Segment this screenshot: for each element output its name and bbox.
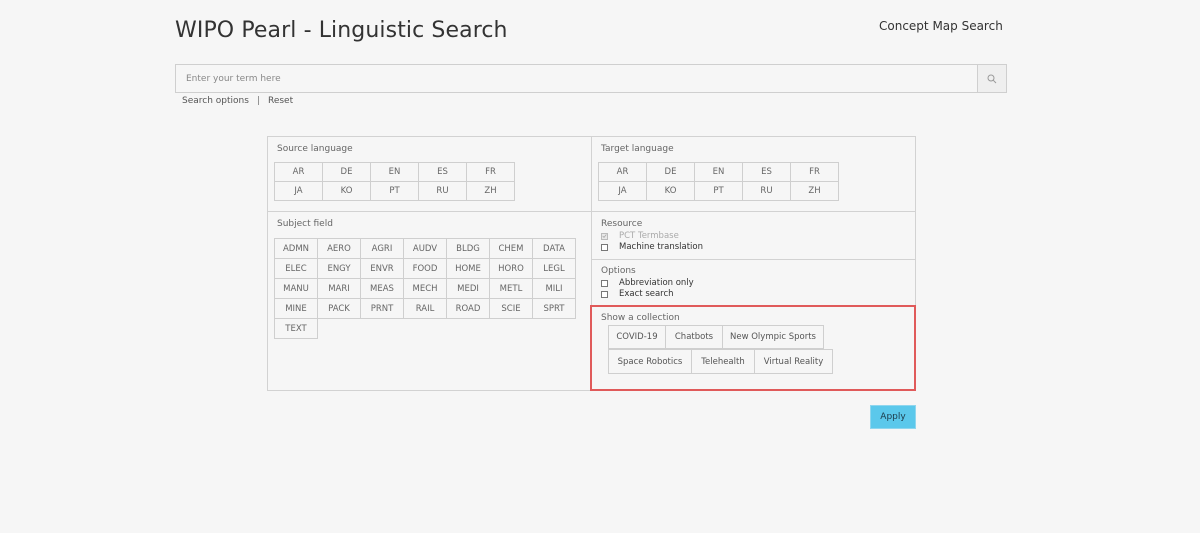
machine-translation-label: Machine translation [619, 242, 703, 252]
concept-map-search-link[interactable]: Concept Map Search [879, 19, 1003, 33]
abbreviation-only-checkbox[interactable] [601, 279, 608, 287]
source-lang-en[interactable]: EN [371, 163, 419, 182]
collection-label: Show a collection [601, 313, 680, 323]
collection-virtual-reality[interactable]: Virtual Reality [754, 349, 833, 374]
target-lang-zh[interactable]: ZH [791, 182, 839, 201]
target-language-label: Target language [601, 144, 674, 154]
resource-section: Resource PCT Termbase Machine translatio… [591, 211, 915, 260]
magnifier-icon [987, 74, 997, 83]
source-lang-ru[interactable]: RU [419, 182, 467, 201]
subject-field-label: Subject field [277, 219, 333, 229]
abbreviation-only-checkbox-row[interactable]: Abbreviation only [601, 278, 694, 288]
collection-section: Show a collection COVID-19 Chatbots New … [591, 306, 915, 390]
target-lang-de[interactable]: DE [647, 163, 695, 182]
subject-audv[interactable]: AUDV [404, 239, 447, 259]
exact-search-checkbox[interactable] [601, 290, 608, 298]
subject-mili[interactable]: MILI [533, 279, 576, 299]
source-lang-es[interactable]: ES [419, 163, 467, 182]
subject-home[interactable]: HOME [447, 259, 490, 279]
target-language-grid: AR DE EN ES FR JA KO PT RU ZH [598, 162, 839, 201]
source-lang-de[interactable]: DE [323, 163, 371, 182]
source-lang-zh[interactable]: ZH [467, 182, 515, 201]
collection-new-olympic-sports[interactable]: New Olympic Sports [722, 325, 824, 349]
source-language-section: Source language AR DE EN ES FR JA KO PT RU ZH [268, 137, 592, 212]
source-language-grid: AR DE EN ES FR JA KO PT RU ZH [274, 162, 515, 201]
subject-engy[interactable]: ENGY [318, 259, 361, 279]
options-label: Options [601, 266, 636, 276]
filter-panel: Source language AR DE EN ES FR JA KO PT RU ZH Tar… [267, 136, 916, 391]
source-lang-ko[interactable]: KO [323, 182, 371, 201]
exact-search-checkbox-row[interactable]: Exact search [601, 289, 674, 299]
search-bar [175, 64, 1007, 93]
subject-food[interactable]: FOOD [404, 259, 447, 279]
subject-meas[interactable]: MEAS [361, 279, 404, 299]
collection-chatbots[interactable]: Chatbots [665, 325, 723, 349]
subject-admn[interactable]: ADMN [275, 239, 318, 259]
subject-mine[interactable]: MINE [275, 299, 318, 319]
source-language-label: Source language [277, 144, 353, 154]
pct-termbase-checkbox [601, 232, 608, 240]
subject-chem[interactable]: CHEM [490, 239, 533, 259]
target-lang-es[interactable]: ES [743, 163, 791, 182]
target-lang-ru[interactable]: RU [743, 182, 791, 201]
target-lang-fr[interactable]: FR [791, 163, 839, 182]
subject-horo[interactable]: HORO [490, 259, 533, 279]
source-lang-fr[interactable]: FR [467, 163, 515, 182]
subject-field-grid: ADMN AERO AGRI AUDV BLDG CHEM DATA ELEC ENGY ENVR… [274, 238, 576, 339]
subject-road[interactable]: ROAD [447, 299, 490, 319]
pct-termbase-label: PCT Termbase [619, 231, 679, 241]
search-options-link[interactable]: Search options [182, 96, 249, 106]
target-lang-en[interactable]: EN [695, 163, 743, 182]
subject-data[interactable]: DATA [533, 239, 576, 259]
subject-sprt[interactable]: SPRT [533, 299, 576, 319]
subject-manu[interactable]: MANU [275, 279, 318, 299]
exact-search-label: Exact search [619, 289, 674, 299]
reset-link[interactable]: Reset [268, 96, 293, 106]
search-links: Search options | Reset [182, 96, 293, 106]
subject-aero[interactable]: AERO [318, 239, 361, 259]
search-button[interactable] [977, 65, 1006, 92]
resource-label: Resource [601, 219, 643, 229]
subject-pack[interactable]: PACK [318, 299, 361, 319]
target-lang-pt[interactable]: PT [695, 182, 743, 201]
target-language-section: Target language AR DE EN ES FR JA KO PT RU ZH [591, 137, 915, 212]
collection-telehealth[interactable]: Telehealth [691, 349, 755, 374]
subject-scie[interactable]: SCIE [490, 299, 533, 319]
source-lang-ja[interactable]: JA [275, 182, 323, 201]
subject-envr[interactable]: ENVR [361, 259, 404, 279]
options-section: Options Abbreviation only Exact search [591, 259, 915, 307]
pct-termbase-checkbox-row: PCT Termbase [601, 231, 679, 241]
search-input[interactable] [176, 65, 977, 92]
target-lang-ja[interactable]: JA [599, 182, 647, 201]
subject-mari[interactable]: MARI [318, 279, 361, 299]
collection-covid-19[interactable]: COVID-19 [608, 325, 666, 349]
subject-prnt[interactable]: PRNT [361, 299, 404, 319]
link-separator: | [256, 96, 260, 106]
abbreviation-only-label: Abbreviation only [619, 278, 694, 288]
subject-text[interactable]: TEXT [275, 319, 318, 339]
subject-mech[interactable]: MECH [404, 279, 447, 299]
collection-space-robotics[interactable]: Space Robotics [608, 349, 692, 374]
apply-button[interactable]: Apply [870, 405, 916, 429]
target-lang-ko[interactable]: KO [647, 182, 695, 201]
source-lang-ar[interactable]: AR [275, 163, 323, 182]
subject-rail[interactable]: RAIL [404, 299, 447, 319]
machine-translation-checkbox-row[interactable]: Machine translation [601, 242, 703, 252]
checkmark-icon [602, 234, 607, 238]
subject-metl[interactable]: METL [490, 279, 533, 299]
machine-translation-checkbox[interactable] [601, 243, 608, 251]
page-title: WIPO Pearl - Linguistic Search [175, 18, 508, 43]
source-lang-pt[interactable]: PT [371, 182, 419, 201]
subject-bldg[interactable]: BLDG [447, 239, 490, 259]
subject-elec[interactable]: ELEC [275, 259, 318, 279]
subject-agri[interactable]: AGRI [361, 239, 404, 259]
subject-medi[interactable]: MEDI [447, 279, 490, 299]
subject-legl[interactable]: LEGL [533, 259, 576, 279]
subject-field-section: Subject field ADMN AERO AGRI AUDV BLDG CHEM DA… [268, 211, 592, 390]
target-lang-ar[interactable]: AR [599, 163, 647, 182]
